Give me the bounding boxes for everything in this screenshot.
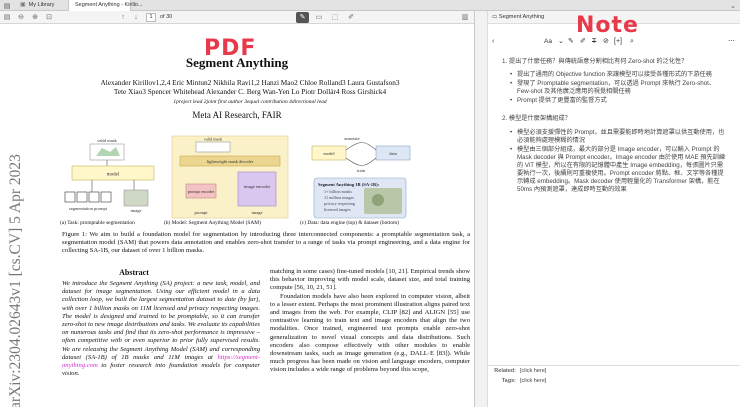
figure-1b: valid mask lightweight mask decoder imag… bbox=[164, 134, 292, 228]
note-list-item: 提出了通用的 Objective function 來讓模型可以接受各種形式的下… bbox=[510, 71, 726, 79]
pdf-viewer[interactable]: PDF arXiv:2304.02643v1 [cs.CV] 5 Apr 202… bbox=[0, 24, 474, 407]
note-tool-icon[interactable]: ▭ bbox=[314, 13, 324, 22]
figure-1a: model segmentation prompt image valid ma… bbox=[60, 134, 164, 228]
context-pane-toggle-icon[interactable]: ▥ bbox=[460, 13, 470, 22]
fig-a-valid-mask-label: valid mask bbox=[97, 138, 117, 143]
library-icon: ▣ bbox=[20, 2, 26, 8]
fig-b-image-encoder-label: image encoder bbox=[244, 184, 271, 189]
fig-c-bullet: licensed images bbox=[324, 207, 351, 212]
note-header-title: Segment Anything bbox=[498, 14, 545, 20]
tab-active-document[interactable]: Segment Anything - Kirillo... bbox=[69, 0, 143, 11]
tabs-menu-chevron-icon[interactable]: ⌄ bbox=[726, 0, 740, 11]
figure-1-caption: Figure 1: We aim to build a foundation m… bbox=[62, 231, 470, 255]
page-number-input[interactable]: 1 bbox=[146, 13, 156, 22]
sidebar-toggle-icon[interactable]: ▤ bbox=[0, 0, 14, 11]
arxiv-watermark: arXiv:2304.02643v1 [cs.CV] 5 Apr 2023 bbox=[7, 154, 24, 407]
area-tool-icon[interactable]: ⬚ bbox=[330, 13, 340, 22]
tab-library-label: My Library bbox=[28, 2, 55, 8]
fig-b-valid-mask-label: valid mask bbox=[204, 137, 223, 142]
abstract-body: We introduce the Segment Anything (SA) p… bbox=[62, 280, 260, 378]
fig-c-train-label: train bbox=[357, 168, 366, 173]
authors-line-2: Tete Xiao3 Spencer Whitehead Alexander C… bbox=[113, 87, 387, 96]
highlight-color-icon[interactable]: ✎ bbox=[568, 36, 574, 48]
figure-1b-caption: (b) Model: Segment Anything Model (SAM) bbox=[164, 220, 261, 226]
fig-c-bullet: privacy respecting bbox=[324, 201, 356, 206]
page-count: of 30 bbox=[160, 14, 173, 20]
search-icon[interactable]: ⌕ bbox=[630, 36, 634, 48]
note-doc-icon: ▭ bbox=[492, 14, 498, 20]
note-question-2: 2. 模型是什麼架構組成？ bbox=[502, 115, 571, 123]
fig-c-bullet: 11 million images bbox=[324, 195, 354, 200]
figure-1c: annotate model data train Segment Anythi… bbox=[300, 134, 470, 228]
toggle-sidebar-icon[interactable]: ▤ bbox=[2, 13, 12, 22]
figure-1c-diagram: annotate model data train Segment Anythi… bbox=[311, 136, 411, 219]
intro-paragraph: Foundation models have also been explore… bbox=[270, 292, 470, 374]
note-list-item: Prompt 提供了更豐富的監督方式 bbox=[510, 97, 726, 105]
pdf-toolbar: ▤ ⊖ ⊕ ⊡ ↑ ↓ 1 of 30 ✎ ▭ ⬚ ✐ ▥ bbox=[0, 11, 474, 24]
figure-1b-diagram: valid mask lightweight mask decoder imag… bbox=[171, 135, 289, 219]
fig-b-prompt-encoder-label: prompt encoder bbox=[188, 189, 215, 194]
fig-b-prompt-label: prompt bbox=[195, 210, 209, 215]
figure-1c-caption: (c) Data: data engine (top) & dataset (b… bbox=[300, 220, 399, 226]
note-content[interactable]: 1. 提出了什麼任務？與傳統語意分割相比有何 Zero-shot 的泛化性？ 提… bbox=[502, 58, 726, 195]
fig-c-bullet: 1+ billion masks bbox=[324, 189, 352, 194]
fig-c-dataset-title: Segment Anything 1B (SA-1B): bbox=[318, 182, 380, 187]
tags-row: Tags: [click here] bbox=[501, 378, 547, 384]
institution: Meta AI Research, FAIR bbox=[192, 110, 282, 120]
more-options-icon[interactable]: ⋯ bbox=[728, 36, 735, 48]
prev-page-icon[interactable]: ↑ bbox=[118, 13, 128, 22]
link-icon[interactable]: ⊘ bbox=[603, 36, 609, 48]
paper-title: Segment Anything bbox=[185, 55, 289, 70]
fig-b-image-label: image bbox=[252, 210, 263, 215]
fig-c-annotate-label: annotate bbox=[344, 136, 359, 141]
fig-c-model-label: model bbox=[323, 151, 335, 156]
pane-splitter[interactable] bbox=[475, 11, 488, 407]
note-overlay-label: Note bbox=[576, 13, 639, 38]
note-list-item: 模型必須支援彈性的 Prompt，並且需要能即時地計算遮罩以供互動使用，也必須能… bbox=[510, 129, 726, 145]
figure-1a-caption: (a) Task: promptable segmentation bbox=[60, 220, 135, 226]
intro-right-column: matching in some cases) fine-tuned model… bbox=[270, 268, 470, 375]
related-row: Related: [click here] bbox=[494, 368, 547, 374]
text-color-icon[interactable]: ✐ bbox=[580, 36, 586, 48]
tab-bar: ▤ ▣ My Library Segment Anything - Kirill… bbox=[0, 0, 740, 11]
abstract-heading: Abstract bbox=[119, 268, 149, 277]
zoom-in-icon[interactable]: ⊕ bbox=[30, 13, 40, 22]
zoom-out-icon[interactable]: ⊖ bbox=[16, 13, 26, 22]
zoom-fit-icon[interactable]: ⊡ bbox=[44, 13, 54, 22]
figure-1a-diagram: model segmentation prompt image valid ma… bbox=[64, 138, 155, 213]
ink-tool-icon[interactable]: ✐ bbox=[346, 13, 356, 22]
note-list-2: 模型必須支援彈性的 Prompt，並且需要能即時地計算遮罩以供互動使用，也必須能… bbox=[502, 129, 726, 195]
next-page-icon[interactable]: ↓ bbox=[131, 13, 141, 22]
note-list-item: 模型由三個部分組成，最大的部分是 Image encoder，可以輸入 Prom… bbox=[510, 146, 726, 195]
affiliations: 1project lead 2joint first author 3equal… bbox=[173, 99, 327, 105]
back-chevron-icon[interactable]: ‹ bbox=[492, 36, 494, 48]
tags-link[interactable]: [click here] bbox=[520, 378, 546, 384]
fig-b-decoder-label: lightweight mask decoder bbox=[207, 159, 254, 164]
citation-icon[interactable]: [+] bbox=[614, 36, 622, 48]
zotero-window: ▤ ▣ My Library Segment Anything - Kirill… bbox=[0, 0, 740, 407]
note-question-1: 1. 提出了什麼任務？與傳統語意分割相比有何 Zero-shot 的泛化性？ bbox=[502, 58, 688, 65]
related-link[interactable]: [click here] bbox=[520, 368, 546, 374]
note-editor-toolbar: ‹ Aa ⌄ ✎ ✐ T ⊘ [+] ⌕ ⋯ bbox=[488, 36, 740, 48]
clear-format-icon[interactable]: T bbox=[592, 36, 596, 48]
note-footer: Related: [click here] Tags: [click here] bbox=[488, 365, 740, 386]
intro-paragraph: matching in some cases) fine-tuned model… bbox=[270, 268, 470, 292]
fig-c-data-label: data bbox=[389, 151, 397, 156]
fig-a-image-label: image bbox=[131, 208, 142, 213]
note-list-item: 發現了 Promptable segmentation，可以透過 Prompt … bbox=[510, 80, 726, 96]
text-format-icon[interactable]: Aa bbox=[544, 36, 552, 48]
note-list-1: 提出了通用的 Objective function 來讓模型可以接受各種形式的下… bbox=[502, 71, 726, 105]
highlight-tool-icon[interactable]: ✎ bbox=[296, 12, 309, 23]
authors-line-1: Alexander Kirillov1,2,4 Eric Mintun2 Nik… bbox=[100, 78, 400, 87]
fig-a-model-label: model bbox=[107, 173, 120, 178]
fig-a-prompt-label: segmentation prompt bbox=[69, 206, 108, 211]
align-icon[interactable]: ⌄ bbox=[558, 36, 564, 48]
tab-my-library[interactable]: ▣ My Library bbox=[14, 0, 69, 11]
note-pane: ▭ Segment Anything Note ‹ Aa ⌄ ✎ ✐ T ⊘ [… bbox=[488, 11, 740, 407]
